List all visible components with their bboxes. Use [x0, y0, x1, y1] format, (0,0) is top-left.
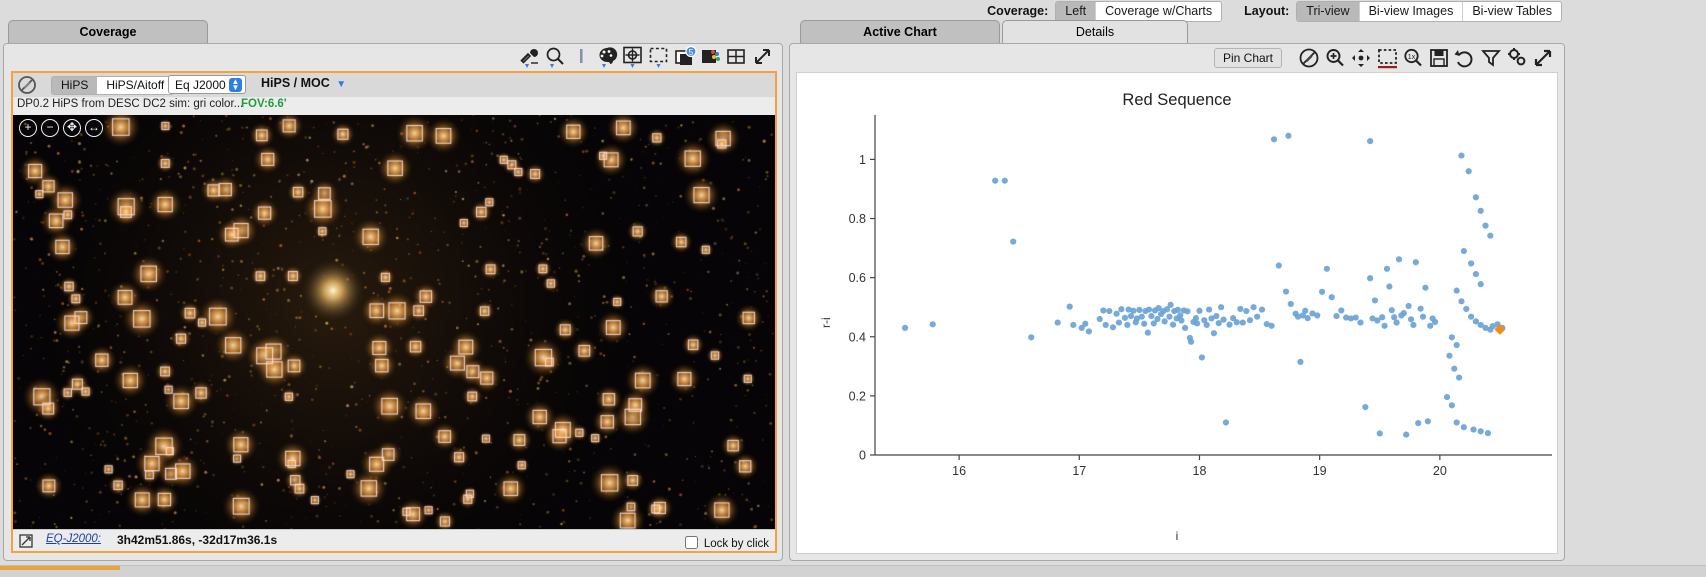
tab-coverage[interactable]: Coverage [8, 20, 208, 44]
lock-by-click-label: Lock by click [703, 538, 769, 550]
coverage-segmented-control[interactable]: Left Coverage w/Charts [1055, 0, 1223, 22]
zoom-in-icon[interactable]: + [19, 119, 37, 137]
zoom-fit-icon[interactable]: ✥ [63, 119, 81, 137]
select-region-icon[interactable] [646, 45, 672, 69]
hips-image-viewer[interactable]: HiPS HiPS/Aitoff Eq J2000 ▲ ▼ HiPS / MOC … [11, 71, 777, 553]
chevron-down-icon[interactable]: ▼ [336, 79, 346, 90]
expand-icon[interactable] [750, 45, 776, 69]
zoom-out-icon[interactable]: − [41, 119, 59, 137]
top-control-bar: Coverage: Left Coverage w/Charts Layout:… [0, 0, 1568, 22]
svg-text:0.4: 0.4 [849, 330, 866, 344]
svg-text:0.6: 0.6 [849, 271, 866, 285]
progress-indicator [0, 566, 120, 570]
fov-readout: FOV:6.6' [241, 98, 287, 110]
hips-option-hips-aitoff[interactable]: HiPS/Aitoff [97, 77, 174, 94]
layout-option-tri-view[interactable]: Tri-view [1297, 1, 1360, 21]
coordinate-readout: 3h42m51.86s, -32d17m36.1s [117, 533, 278, 547]
expand-diagonal-icon[interactable] [1530, 46, 1556, 70]
chevron-updown-icon[interactable]: ▲ ▼ [229, 78, 242, 92]
layout-label: Layout: [1244, 4, 1290, 18]
search-icon[interactable] [542, 45, 568, 69]
hips-projection-selector[interactable]: HiPS HiPS/Aitoff [51, 76, 175, 95]
eq-label[interactable]: EQ-J2000: [46, 533, 101, 545]
layout-control-group: Layout: Tri-view Bi-view Images Bi-view … [1244, 0, 1562, 22]
undo-icon[interactable] [1452, 46, 1478, 70]
bottom-status-strip [0, 565, 1706, 577]
coverage-option-left[interactable]: Left [1056, 1, 1097, 21]
zoom-one-icon[interactable]: ↔ [85, 119, 103, 137]
divider-icon [568, 45, 594, 69]
readout-toggle-icon[interactable] [19, 534, 33, 553]
hips-option-hips[interactable]: HiPS [52, 77, 98, 94]
save-icon[interactable] [1426, 46, 1452, 70]
chart-panel-body: Pin Chart 1x Red Sequence r-i i 0 0.2 0.… [789, 43, 1565, 561]
image-toolbar: 5 [4, 44, 782, 70]
filter-icon[interactable] [1478, 46, 1504, 70]
layers-5-icon[interactable]: 5 [672, 45, 698, 69]
zoom-reset-1x-icon[interactable]: 1x [1400, 46, 1426, 70]
svg-text:1: 1 [859, 153, 866, 167]
lock-by-click-input[interactable] [684, 536, 698, 549]
chart-plot-area[interactable]: Red Sequence r-i i 0 0.2 0.4 0.6 0.8 1 16 17 18 1… [796, 72, 1558, 554]
hips-moc-dropdown[interactable]: HiPS / MOC ▼ [261, 76, 346, 90]
chart-tab-row: Active Chart Details [786, 20, 1568, 44]
lock-by-click-checkbox[interactable]: Lock by click [681, 533, 769, 552]
svg-text:17: 17 [1072, 464, 1086, 478]
svg-text:20: 20 [1433, 464, 1447, 478]
svg-text:0.8: 0.8 [849, 212, 866, 226]
zoom-in-icon[interactable] [1322, 46, 1348, 70]
tools-icon[interactable] [516, 45, 542, 69]
coverage-panel: Coverage 5 HiPS HiPS/Aitoff Eq J2000 ▲ ▼… [0, 20, 786, 565]
tab-details[interactable]: Details [1002, 20, 1188, 44]
viewer-subheader: DP0.2 HiPS from DESC DC2 sim: gri color.… [13, 97, 775, 115]
coverage-panel-body: 5 HiPS HiPS/Aitoff Eq J2000 ▲ ▼ HiPS / M… [3, 43, 783, 561]
chart-toolbar: Pin Chart 1x [790, 44, 1564, 72]
select-box-icon[interactable] [1374, 46, 1400, 70]
pan-move-icon[interactable] [1348, 46, 1374, 70]
layout-option-bi-view-tables[interactable]: Bi-view Tables [1463, 1, 1561, 21]
sky-image-canvas[interactable] [13, 115, 775, 529]
color-overlay-icon[interactable] [698, 45, 724, 69]
svg-text:16: 16 [952, 464, 966, 478]
hips-description: DP0.2 HiPS from DESC DC2 sim: gri color.… [17, 98, 244, 110]
viewer-status-bar: EQ-J2000: 3h42m51.86s, -32d17m36.1s Lock… [13, 529, 775, 551]
grid-layout-icon[interactable] [724, 45, 750, 69]
coverage-tab-row: Coverage [0, 20, 786, 44]
coverage-control-group: Coverage: Left Coverage w/Charts [987, 0, 1223, 22]
layout-option-bi-view-images[interactable]: Bi-view Images [1359, 1, 1464, 21]
svg-text:18: 18 [1193, 464, 1207, 478]
hips-moc-label: HiPS / MOC [261, 76, 330, 90]
coordinate-system-select[interactable]: Eq J2000 ▲ ▼ [168, 75, 246, 94]
right-filler [1568, 0, 1706, 577]
svg-text:0: 0 [859, 449, 866, 463]
scatter-plot-svg[interactable]: 0 0.2 0.4 0.6 0.8 1 16 17 18 19 20 [797, 73, 1561, 555]
layout-segmented-control[interactable]: Tri-view Bi-view Images Bi-view Tables [1296, 0, 1562, 22]
coverage-label: Coverage: [987, 4, 1049, 18]
viewer-header: HiPS HiPS/Aitoff Eq J2000 ▲ ▼ HiPS / MOC … [13, 73, 775, 97]
svg-text:19: 19 [1313, 464, 1327, 478]
pin-chart-button[interactable]: Pin Chart [1213, 48, 1282, 68]
zoom-controls[interactable]: + − ✥ ↔ [19, 119, 103, 137]
chart-panel: Active Chart Details Pin Chart 1x Red Se… [786, 20, 1568, 565]
no-entry-icon[interactable] [1296, 46, 1322, 70]
coordinate-system-value: Eq J2000 [175, 78, 226, 92]
svg-text:0.2: 0.2 [849, 389, 866, 403]
settings-gears-icon[interactable] [1504, 46, 1530, 70]
tab-active-chart[interactable]: Active Chart [800, 20, 1000, 44]
crosshair-target-icon[interactable] [620, 45, 646, 69]
coverage-option-coverage-w-charts[interactable]: Coverage w/Charts [1096, 1, 1222, 21]
svg-text:5: 5 [689, 48, 694, 57]
color-palette-icon[interactable] [594, 45, 620, 69]
svg-text:1x: 1x [1408, 54, 1416, 61]
